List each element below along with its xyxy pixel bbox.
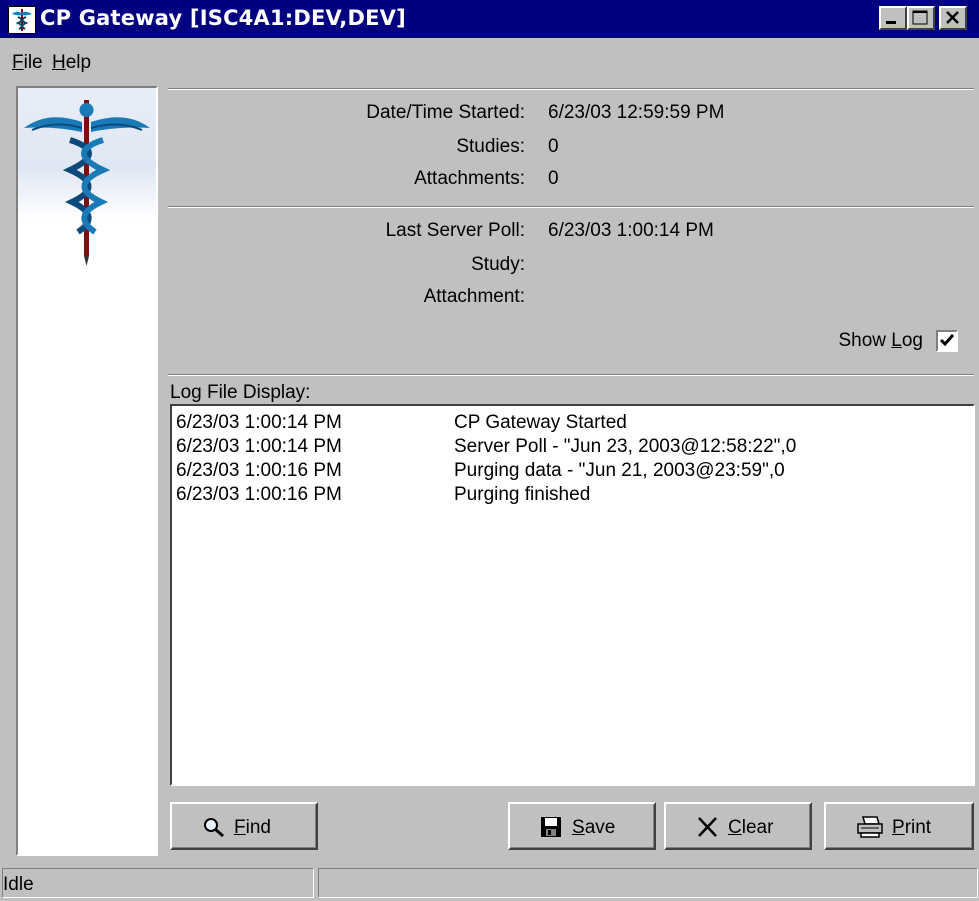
print-button-label: Print — [892, 817, 932, 838]
checkmark-icon — [939, 334, 955, 347]
log-entry-time: 6/23/03 1:00:16 PM — [176, 484, 342, 505]
title-bar[interactable]: CP Gateway [ISC4A1:DEV,DEV] — [0, 0, 979, 38]
menu-bar: File Help — [0, 40, 979, 80]
close-button[interactable] — [939, 6, 967, 30]
caduceus-icon[interactable] — [8, 6, 36, 34]
clear-button[interactable]: Clear — [664, 802, 812, 850]
attachments-label: Attachments: — [414, 168, 525, 189]
show-log-label: Show Log — [838, 330, 923, 351]
log-entry-message: Server Poll - "Jun 23, 2003@12:58:22",0 — [454, 436, 797, 457]
last-poll-value: 6/23/03 1:00:14 PM — [548, 220, 714, 241]
attachment-label: Attachment: — [423, 286, 525, 307]
studies-value: 0 — [548, 136, 559, 157]
save-button-label: Save — [572, 817, 616, 838]
minimize-icon — [886, 21, 896, 24]
status-panel-info — [318, 868, 978, 898]
show-log-checkbox[interactable] — [936, 330, 958, 352]
study-label: Study: — [471, 254, 525, 275]
find-button[interactable]: Find — [170, 802, 318, 850]
log-entry-message: CP Gateway Started — [454, 412, 627, 433]
date-started-row: Date/Time Started: 6/23/03 12:59:59 PM — [168, 102, 974, 128]
floppy-disk-icon — [541, 817, 561, 837]
date-started-value: 6/23/03 12:59:59 PM — [548, 102, 725, 123]
attachment-row: Attachment: — [168, 286, 974, 312]
study-row: Study: — [168, 254, 974, 280]
logo-pane — [16, 86, 158, 856]
window-title: CP Gateway [ISC4A1:DEV,DEV] — [40, 6, 406, 30]
attachments-row: Attachments: 0 — [168, 168, 974, 194]
log-entry-time: 6/23/03 1:00:16 PM — [176, 460, 342, 481]
divider-bottom — [168, 374, 974, 376]
x-icon — [698, 817, 717, 837]
save-button[interactable]: Save — [508, 802, 656, 850]
last-poll-row: Last Server Poll: 6/23/03 1:00:14 PM — [168, 220, 974, 246]
print-button[interactable]: Print — [824, 802, 974, 850]
printer-icon — [857, 816, 883, 838]
studies-row: Studies: 0 — [168, 136, 974, 162]
clear-button-label: Clear — [728, 817, 774, 838]
maximize-icon — [912, 10, 928, 25]
caduceus-logo-icon — [24, 100, 150, 266]
log-entry-message: Purging data - "Jun 21, 2003@23:59",0 — [454, 460, 785, 481]
log-list[interactable]: 6/23/03 1:00:14 PM CP Gateway Started 6/… — [170, 404, 975, 786]
cp-gateway-window: CP Gateway [ISC4A1:DEV,DEV] File Help Da… — [0, 0, 979, 901]
log-entry-time: 6/23/03 1:00:14 PM — [176, 436, 342, 457]
divider-top — [168, 88, 974, 90]
menu-file[interactable]: File — [12, 52, 43, 74]
log-entry-message: Purging finished — [454, 484, 591, 505]
log-file-display-label: Log File Display: — [170, 382, 311, 403]
maximize-button[interactable] — [907, 6, 935, 30]
log-entry[interactable]: 6/23/03 1:00:16 PM Purging data - "Jun 2… — [176, 460, 966, 484]
find-button-label: Find — [234, 817, 271, 838]
studies-label: Studies: — [456, 136, 525, 157]
menu-help[interactable]: Help — [52, 52, 91, 74]
attachments-value: 0 — [548, 168, 559, 189]
status-bar: Idle — [0, 866, 979, 901]
log-entry[interactable]: 6/23/03 1:00:16 PM Purging finished — [176, 484, 966, 508]
last-poll-label: Last Server Poll: — [385, 220, 525, 241]
date-started-label: Date/Time Started: — [366, 102, 525, 123]
status-text: Idle — [3, 874, 34, 895]
log-entry-time: 6/23/03 1:00:14 PM — [176, 412, 342, 433]
status-panel-state: Idle — [2, 868, 314, 898]
close-icon — [946, 11, 959, 24]
log-entry[interactable]: 6/23/03 1:00:14 PM CP Gateway Started — [176, 412, 966, 436]
divider-middle — [168, 206, 974, 208]
log-entry[interactable]: 6/23/03 1:00:14 PM Server Poll - "Jun 23… — [176, 436, 966, 460]
minimize-button[interactable] — [879, 6, 907, 30]
magnifier-icon — [204, 818, 224, 838]
